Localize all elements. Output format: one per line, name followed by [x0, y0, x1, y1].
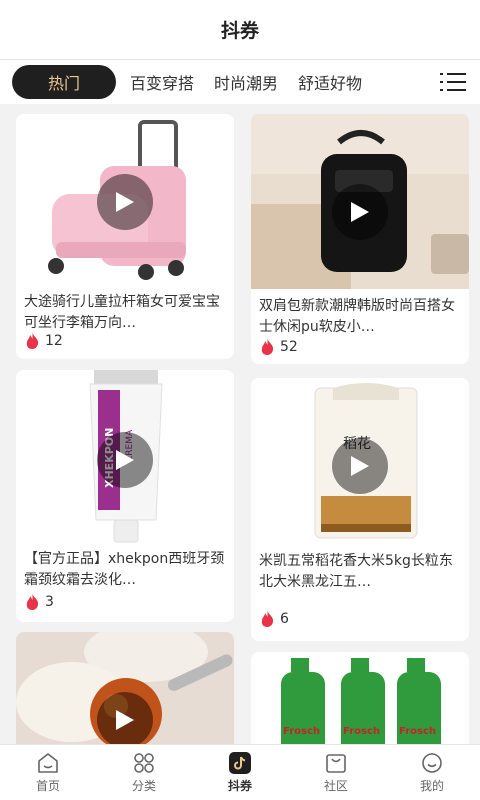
- product-card[interactable]: XHEKPON CREMA 【官方正品】xhekpon西班牙颈霜颈纹霜去淡化… …: [16, 370, 234, 622]
- tab-hot[interactable]: 热门: [12, 65, 116, 99]
- bottle-brand-text: Frosch: [343, 726, 380, 737]
- play-icon[interactable]: [332, 438, 388, 494]
- tab-comfort-goods[interactable]: 舒适好物: [298, 70, 362, 94]
- likes-count: 6: [261, 611, 289, 627]
- menu-icon[interactable]: [440, 73, 466, 91]
- product-card[interactable]: 大途骑行儿童拉杆箱女可爱宝宝可坐行李箱万向… 12: [16, 114, 234, 359]
- flame-icon: [26, 594, 39, 610]
- page-title: 抖券: [220, 20, 259, 42]
- play-icon[interactable]: [97, 174, 153, 230]
- product-title: 大途骑行儿童拉杆箱女可爱宝宝可坐行李箱万向…: [24, 294, 220, 331]
- nav-category[interactable]: 分类: [96, 745, 192, 800]
- product-title: 双肩包新款潮牌韩版时尚百搭女士休闲pu软皮小…: [259, 298, 455, 335]
- flame-icon: [261, 339, 274, 355]
- product-title: 【官方正品】xhekpon西班牙颈霜颈纹霜去淡化…: [24, 551, 225, 588]
- play-icon[interactable]: [97, 432, 153, 488]
- product-card[interactable]: [16, 632, 234, 744]
- category-tabs: 热门 百变穿搭 时尚潮男 舒适好物: [0, 60, 480, 104]
- product-title: 米凯五常稻花香大米5kg长粒东北大米黑龙江五…: [259, 553, 453, 590]
- likes-count: 52: [261, 339, 298, 355]
- smile-icon: [422, 752, 442, 773]
- nav-community[interactable]: 社区: [288, 745, 384, 800]
- home-icon: [38, 752, 58, 773]
- product-card[interactable]: 双肩包新款潮牌韩版时尚百搭女士休闲pu软皮小… 52: [251, 114, 469, 364]
- bag-icon: [326, 753, 346, 773]
- nav-home[interactable]: 首页: [0, 745, 96, 800]
- bottle-brand-text: Frosch: [399, 726, 436, 737]
- play-icon[interactable]: [332, 184, 388, 240]
- flame-icon: [26, 333, 39, 349]
- play-icon[interactable]: [97, 692, 153, 744]
- nav-mine[interactable]: 我的: [384, 745, 480, 800]
- grid-icon: [134, 752, 154, 773]
- product-card[interactable]: Frosch Frosch Frosch: [251, 652, 469, 744]
- nav-douquan[interactable]: 抖券: [192, 745, 288, 800]
- product-feed[interactable]: 大途骑行儿童拉杆箱女可爱宝宝可坐行李箱万向… 12 双肩包新款潮牌韩版时尚百搭女…: [0, 104, 480, 744]
- likes-count: 12: [26, 333, 63, 349]
- tab-outfits[interactable]: 百变穿搭: [130, 70, 194, 94]
- product-image: Frosch Frosch Frosch: [251, 652, 469, 744]
- product-card[interactable]: 稻花 米凯五常稻花香大米5kg长粒东北大米黑龙江五… 6: [251, 378, 469, 641]
- douyin-icon: [229, 751, 251, 774]
- bottle-brand-text: Frosch: [283, 726, 320, 737]
- bottom-nav: 首页 分类 抖券 社区 我的: [0, 744, 480, 800]
- top-header: 抖券: [0, 0, 480, 60]
- tab-mens-fashion[interactable]: 时尚潮男: [214, 70, 278, 94]
- flame-icon: [261, 611, 274, 627]
- likes-count: 3: [26, 594, 54, 610]
